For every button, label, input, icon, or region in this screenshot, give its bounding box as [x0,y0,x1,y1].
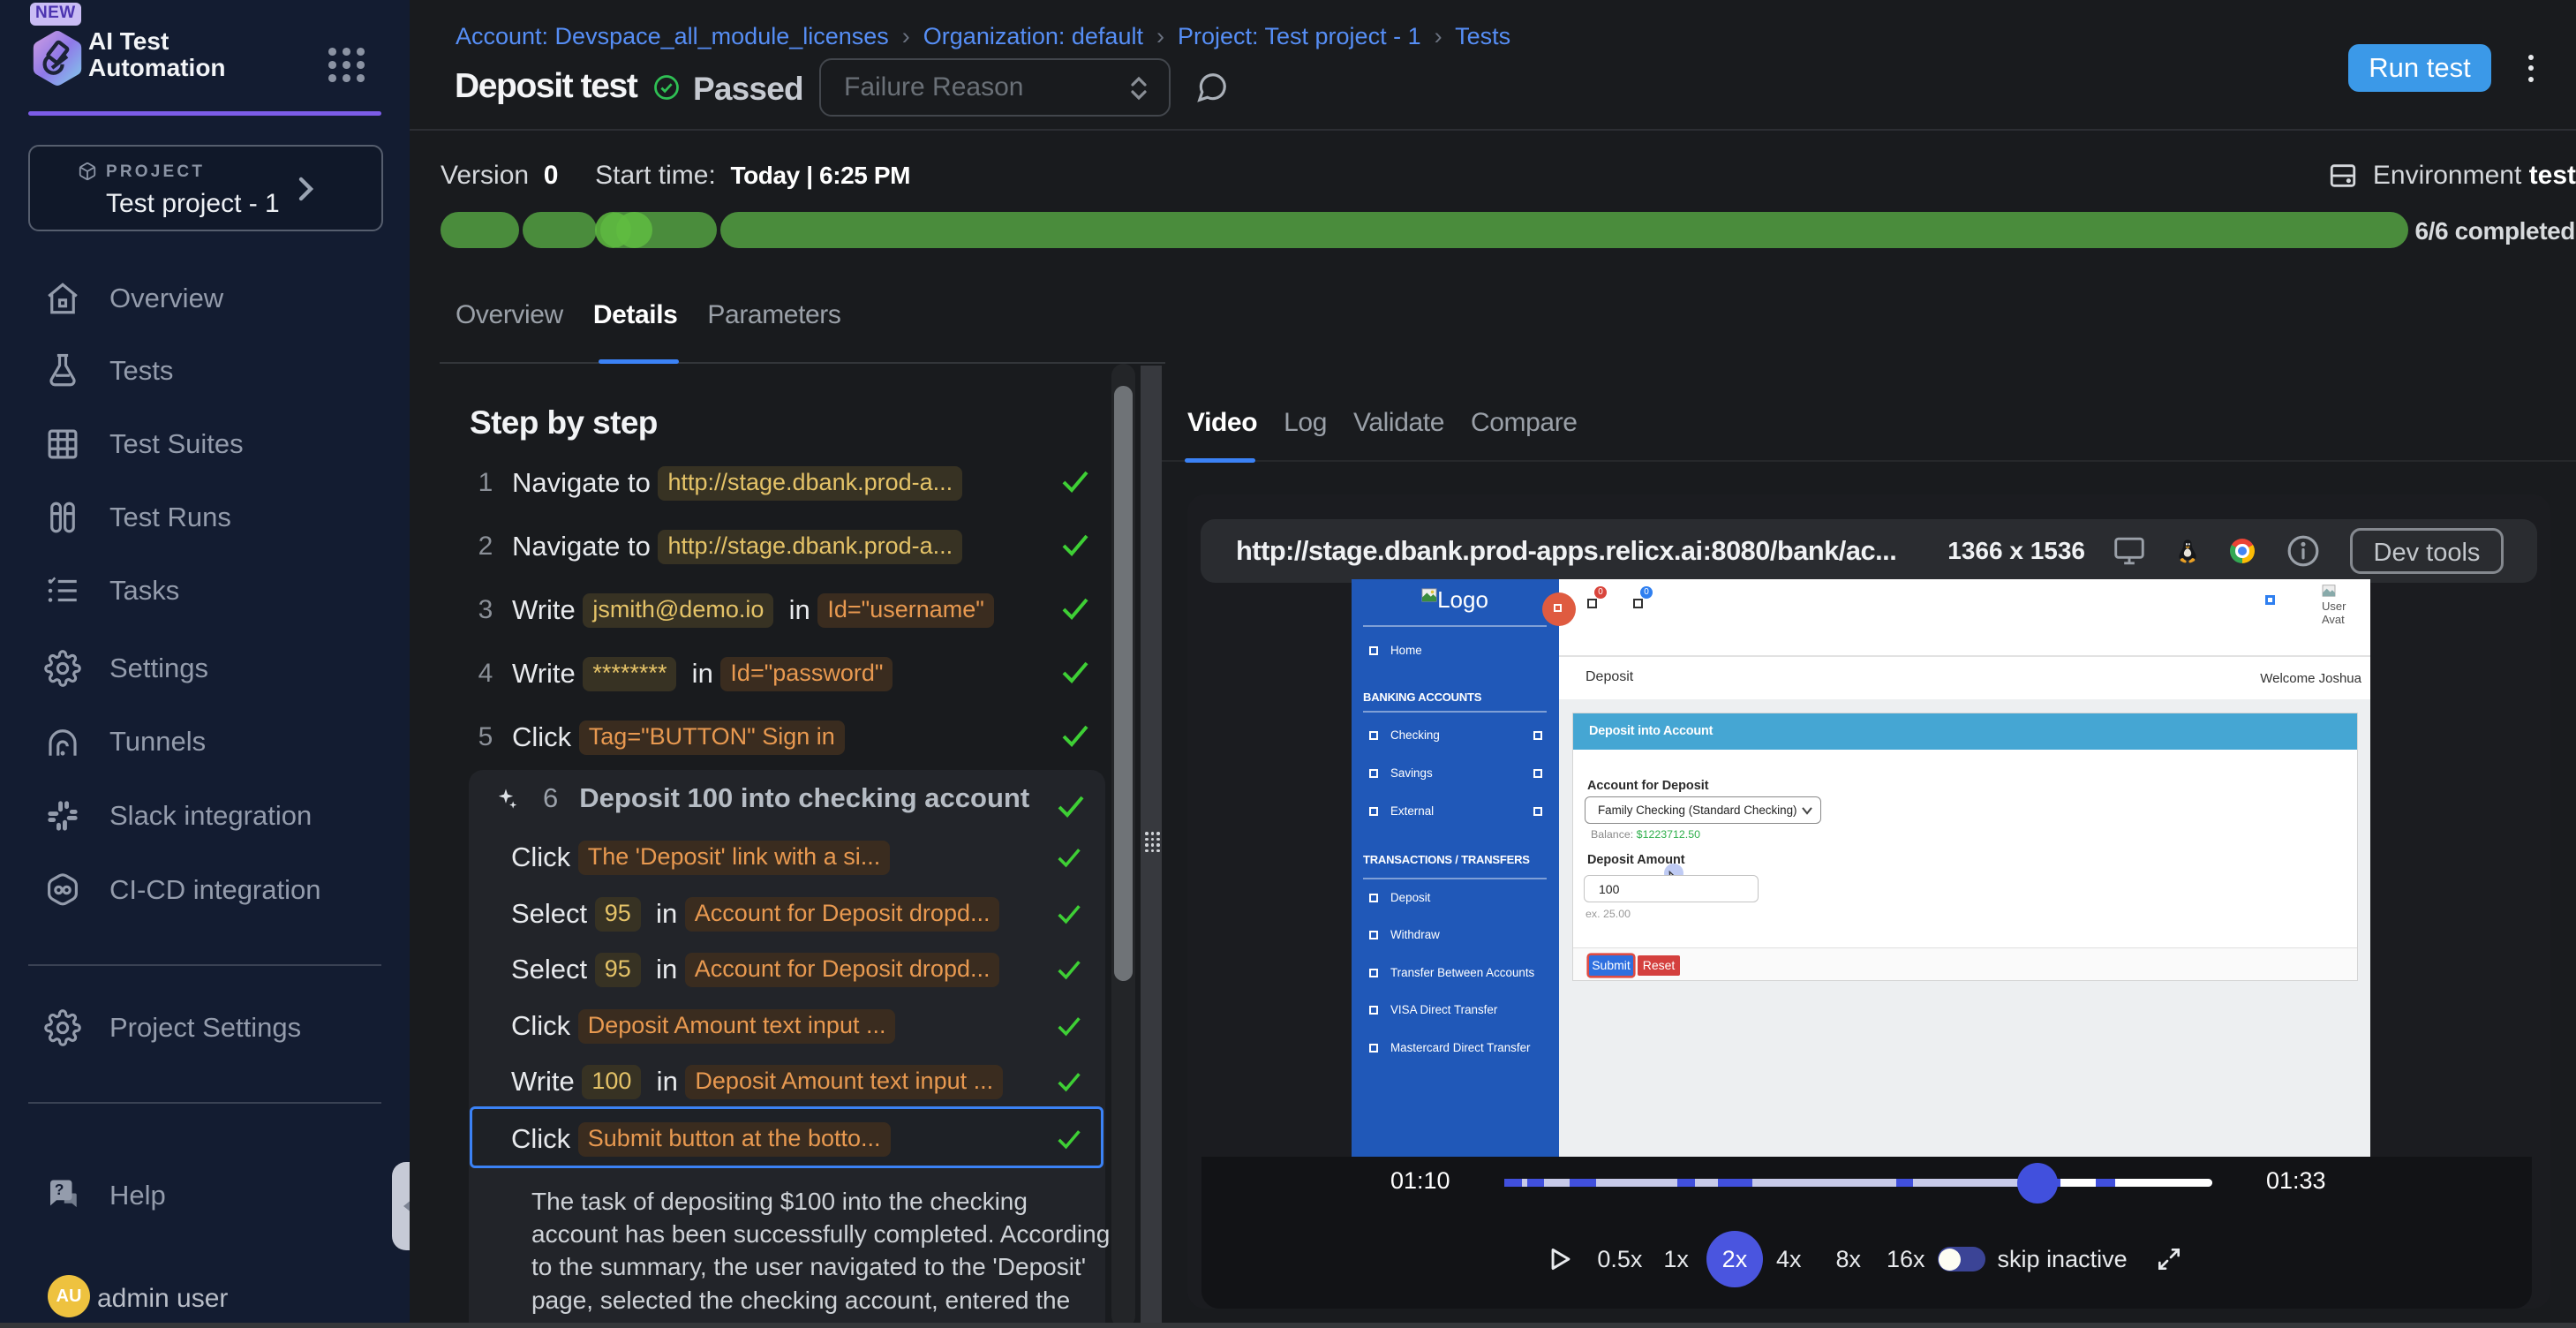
svg-text:?: ? [55,1181,64,1198]
